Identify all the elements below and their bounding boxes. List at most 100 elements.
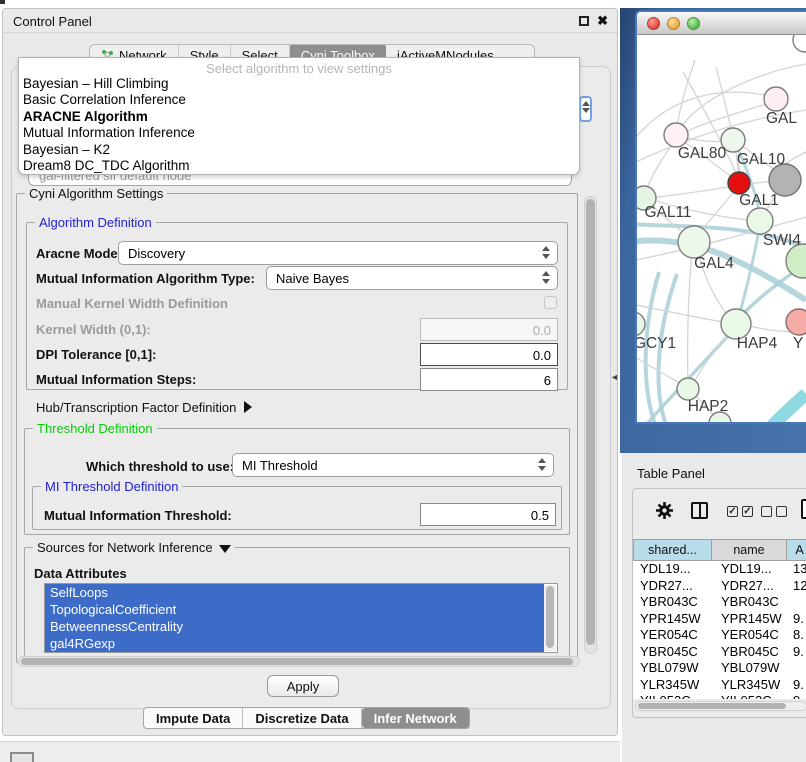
attribute-item-selected[interactable]: gal4RGexp [45, 635, 544, 652]
tab-discretize-data[interactable]: Discretize Data [243, 708, 361, 728]
document-icon[interactable] [801, 499, 806, 519]
node-gal1-red[interactable] [728, 172, 750, 194]
table-panel: Table Panel ✓ [622, 453, 806, 762]
data-attributes-list[interactable]: SelfLoops TopologicalCoefficient Between… [44, 583, 558, 653]
node-label-swi4: SWI4 [763, 232, 801, 249]
mi-threshold-field[interactable]: 0.5 [420, 503, 556, 526]
algorithm-option[interactable]: Dream8 DC_TDC Algorithm [19, 158, 579, 174]
cell-name: YLR345W [712, 677, 787, 694]
panel-splitter-arrow-icon[interactable]: ◄ [610, 372, 619, 382]
node-partial-top[interactable] [793, 35, 806, 52]
node-label-hap2: HAP2 [688, 398, 729, 415]
mi-steps-field[interactable]: 6 [420, 368, 558, 391]
algorithm-option[interactable]: Bayesian – K2 [19, 142, 579, 158]
network-canvas[interactable]: GAL GAL80 GAL10 GAL1 GAL11 SWI4 GAL4 GCY… [637, 35, 806, 422]
attribute-item-selected[interactable]: TopologicalCoefficient [45, 601, 544, 618]
focused-stepper[interactable] [579, 96, 592, 122]
node-gal2[interactable] [764, 87, 788, 111]
column-header-name[interactable]: name [712, 539, 787, 561]
table-horizontal-scrollbar[interactable] [635, 701, 806, 711]
table-row[interactable]: YDR27...YDR27...12 [633, 578, 806, 595]
settings-vertical-scrollbar[interactable] [584, 196, 597, 654]
network-window-titlebar[interactable] [637, 12, 806, 35]
table-row[interactable]: YDL19...YDL19...13 [633, 561, 806, 578]
vscroll-thumb[interactable] [586, 199, 595, 645]
tab-impute-data[interactable]: Impute Data [144, 708, 243, 728]
node-hap2[interactable] [677, 378, 699, 400]
node-big-green[interactable] [786, 244, 806, 278]
maximize-traffic-light-icon[interactable] [687, 17, 700, 30]
gear-icon[interactable] [655, 501, 674, 520]
list-scroll-thumb[interactable] [546, 586, 554, 648]
mi-algorithm-type-label: Mutual Information Algorithm Type: [36, 271, 255, 286]
which-threshold-label: Which threshold to use: [86, 459, 234, 474]
algorithm-option[interactable]: Basic Correlation Inference [19, 92, 579, 108]
apply-button[interactable]: Apply [267, 675, 339, 697]
tab-infer-network[interactable]: Infer Network [362, 708, 469, 728]
column-header-shared[interactable]: shared... [633, 539, 712, 561]
cell-name: YER054C [712, 627, 787, 644]
data-attributes-label: Data Attributes [34, 566, 127, 581]
node-label-gal1: GAL1 [739, 192, 779, 209]
table-row[interactable]: YLR345WYLR345W9. [633, 677, 806, 694]
kernel-width-field[interactable]: 0.0 [420, 318, 558, 341]
table-header-row: shared... name A [633, 539, 806, 561]
settings-horizontal-scrollbar[interactable] [18, 656, 580, 667]
column-header-a[interactable]: A [787, 539, 806, 561]
node-salmon[interactable] [786, 309, 806, 335]
hub-definition-expander[interactable]: Hub/Transcription Factor Definition [36, 400, 252, 415]
which-threshold-combobox[interactable]: MI Threshold [232, 453, 554, 477]
column-browser-icon[interactable] [691, 502, 708, 519]
cell-value: 8. [787, 627, 806, 644]
checked-checkbox-icon[interactable]: ✓ [727, 506, 738, 517]
mi-algorithm-type-combobox[interactable]: Naive Bayes [266, 266, 558, 290]
combo-value: Naive Bayes [276, 271, 349, 286]
cell-shared: YDR27... [633, 578, 712, 595]
unchecked-checkbox-icon[interactable] [761, 506, 772, 517]
mi-threshold-label: Mutual Information Threshold: [44, 508, 232, 523]
table-row[interactable]: YBR045CYBR045C9. [633, 644, 806, 661]
tab-label: Discretize Data [255, 711, 348, 726]
float-window-icon[interactable] [579, 16, 589, 26]
group-title: Threshold Definition [33, 421, 157, 436]
table-row[interactable]: YPR145WYPR145W9. [633, 611, 806, 628]
table-row[interactable]: YER054CYER054C8. [633, 627, 806, 644]
minimize-traffic-light-icon[interactable] [667, 17, 680, 30]
table-hscroll-thumb[interactable] [638, 703, 786, 709]
node-gal80[interactable] [664, 123, 688, 147]
algorithm-option[interactable]: Mutual Information Inference [19, 125, 579, 141]
attribute-item-selected[interactable]: BetweennessCentrality [45, 618, 544, 635]
algorithm-option[interactable]: Bayesian – Hill Climbing [19, 76, 579, 92]
algorithm-option-selected[interactable]: ARACNE Algorithm [19, 109, 579, 125]
network-view-window[interactable]: GAL GAL80 GAL10 GAL1 GAL11 SWI4 GAL4 GCY… [635, 10, 806, 424]
cell-value: 9. [787, 644, 806, 661]
attribute-item-selected[interactable]: SelfLoops [45, 584, 544, 601]
checked-checkbox-icon[interactable]: ✓ [742, 506, 753, 517]
node-swi4[interactable] [747, 208, 773, 234]
hscroll-thumb[interactable] [21, 658, 573, 665]
collapsed-panel-button[interactable] [10, 752, 34, 762]
node-label-gal10: GAL10 [737, 151, 786, 168]
dpi-tolerance-field[interactable]: 0.0 [420, 343, 558, 366]
node-gcy1[interactable] [637, 312, 645, 336]
table-panel-box: ✓ ✓ shared... name A YDL19...YDL19...13 … [632, 488, 806, 718]
table-row[interactable]: YBR043CYBR043C [633, 594, 806, 611]
aracne-mode-combobox[interactable]: Discovery [118, 241, 558, 265]
cell-shared: YBL079W [633, 660, 712, 677]
cell-name: YPR145W [712, 611, 787, 628]
control-panel-title: Control Panel [13, 14, 92, 29]
table-row[interactable]: YBL079WYBL079W [633, 660, 806, 677]
node-label-gal11: GAL11 [644, 204, 691, 221]
close-icon[interactable]: ✖ [597, 13, 608, 29]
sources-group-title[interactable]: Sources for Network Inference [33, 540, 235, 555]
mi-steps-label: Mutual Information Steps: [36, 372, 196, 387]
list-vertical-scrollbar[interactable] [544, 585, 556, 651]
node-gal4[interactable] [678, 226, 710, 258]
table-row[interactable]: YIL052CYIL052C9 [633, 693, 806, 699]
group-title: Algorithm Definition [35, 215, 156, 230]
combo-value: MI Threshold [242, 458, 318, 473]
close-traffic-light-icon[interactable] [647, 17, 660, 30]
table-body[interactable]: YDL19...YDL19...13 YDR27...YDR27...12 YB… [633, 561, 806, 699]
manual-kernel-checkbox[interactable] [544, 296, 557, 309]
unchecked-checkbox-icon[interactable] [776, 506, 787, 517]
